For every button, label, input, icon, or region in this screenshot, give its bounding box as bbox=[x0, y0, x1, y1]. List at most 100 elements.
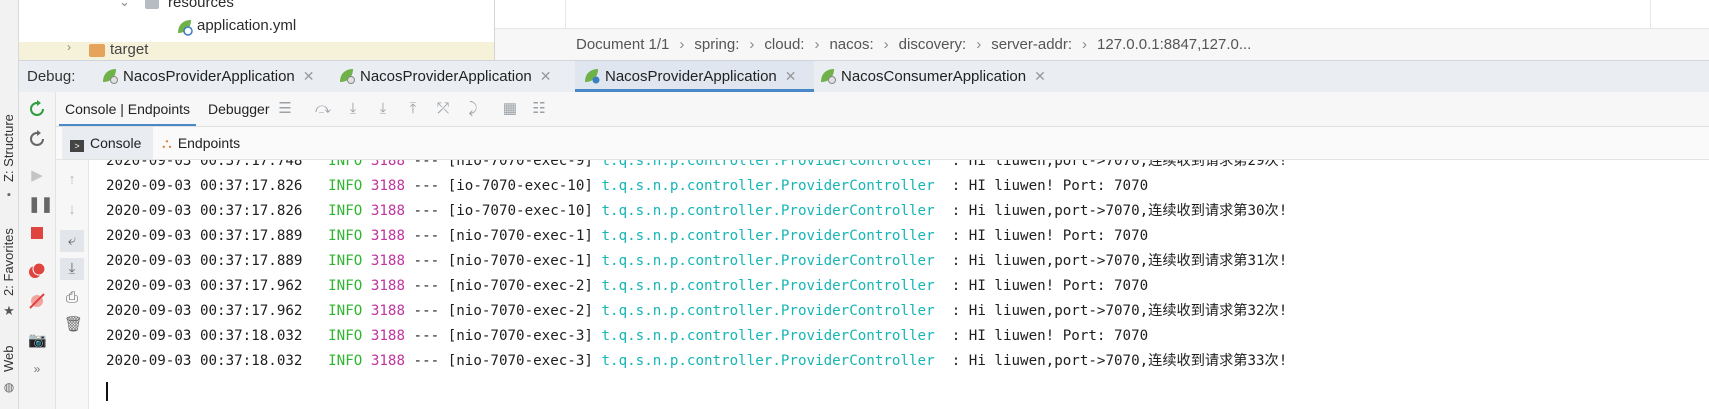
log-thread: [io-7070-exec-10] bbox=[447, 203, 593, 219]
close-icon[interactable]: ✕ bbox=[1034, 68, 1046, 84]
scroll-to-end-icon[interactable]: ⤓ bbox=[60, 258, 84, 280]
console-output[interactable]: 2020-09-03 00:37:17.748 INFO 3188 --- [n… bbox=[89, 160, 1709, 409]
subtab-console[interactable]: > Console bbox=[62, 127, 154, 159]
text-caret bbox=[106, 382, 108, 401]
log-ts: 2020-09-03 00:37:17.889 bbox=[106, 228, 303, 244]
subtab-console-label: Console bbox=[90, 135, 142, 151]
tab-nacos-provider-2[interactable]: NacosProviderApplication ✕ bbox=[338, 61, 570, 92]
log-sep: --- bbox=[413, 328, 440, 344]
log-logger: t.q.s.n.p.controller.ProviderController bbox=[601, 353, 935, 369]
left-tool-strip: Z: Structure ▪ 2: Favorites ★ Web ◍ bbox=[0, 0, 19, 409]
editor-area[interactable] bbox=[495, 0, 1709, 28]
log-line: 2020-09-03 00:37:18.032 INFO 3188 --- [n… bbox=[106, 349, 1287, 374]
log-pid: 3188 bbox=[370, 228, 405, 244]
pause-icon[interactable]: ❚❚ bbox=[28, 196, 53, 214]
tab-nacos-provider-1[interactable]: NacosProviderApplication ✕ bbox=[101, 61, 333, 92]
log-msg: : Hi liuwen,port->7070,连续收到请求第29次! bbox=[951, 160, 1288, 169]
mute-breakpoints-icon[interactable] bbox=[28, 292, 46, 310]
log-pid: 3188 bbox=[370, 203, 405, 219]
tree-item-application-yml[interactable]: application.yml bbox=[197, 17, 296, 34]
view-breakpoints-icon[interactable] bbox=[28, 262, 46, 280]
rerun-icon[interactable] bbox=[28, 100, 46, 118]
restart-icon[interactable] bbox=[28, 130, 46, 148]
favorites-label: 2: Favorites bbox=[1, 228, 16, 296]
log-ts: 2020-09-03 00:37:17.962 bbox=[106, 303, 303, 319]
more-icon[interactable]: » bbox=[28, 360, 46, 378]
print-icon[interactable]: ⎙ bbox=[64, 290, 80, 306]
log-thread: [nio-7070-exec-1] bbox=[447, 228, 593, 244]
log-ts: 2020-09-03 00:37:18.032 bbox=[106, 328, 303, 344]
step-into-icon[interactable]: ⤓ bbox=[345, 101, 361, 117]
tree-item-resources[interactable]: resources bbox=[168, 0, 234, 11]
log-sep: --- bbox=[413, 228, 440, 244]
evaluate-expression-icon[interactable]: ▦ bbox=[502, 101, 518, 117]
log-line: 2020-09-03 00:37:17.826 INFO 3188 --- [i… bbox=[106, 174, 1148, 199]
debug-toolbar: Console | Endpoints Debugger ☰ ⤼ ⤓ ⤓ ⤒ ⤱… bbox=[19, 92, 1709, 127]
web-tool-button[interactable]: Web bbox=[1, 346, 16, 373]
chevron-down-icon[interactable]: ⌄ bbox=[119, 0, 130, 10]
tree-item-target[interactable]: target bbox=[110, 41, 148, 58]
structure-tool-button[interactable]: Z: Structure bbox=[1, 114, 16, 182]
trash-icon[interactable]: 🗑 bbox=[64, 317, 83, 333]
tab-label: NacosProviderApplication bbox=[360, 68, 532, 85]
log-level: INFO bbox=[328, 303, 363, 319]
editor-right-divider bbox=[1650, 0, 1651, 28]
log-msg: : HI liuwen! Port: 7070 bbox=[951, 328, 1149, 344]
breadcrumb-value[interactable]: 127.0.0.1:8847,127.0... bbox=[1097, 29, 1251, 61]
log-msg: : HI liuwen! Port: 7070 bbox=[951, 228, 1149, 244]
debug-actions-column: ▶ ❚❚ 📷 » bbox=[19, 92, 56, 409]
subtab-endpoints[interactable]: ⛬ Endpoints bbox=[154, 127, 248, 159]
camera-icon[interactable]: 📷 bbox=[28, 332, 47, 350]
breadcrumb-discovery[interactable]: discovery: bbox=[899, 29, 967, 61]
tab-debugger[interactable]: Debugger bbox=[202, 92, 276, 126]
breadcrumb-nacos[interactable]: nacos: bbox=[829, 29, 873, 61]
stop-icon[interactable] bbox=[28, 226, 46, 244]
tab-console-endpoints[interactable]: Console | Endpoints bbox=[59, 92, 197, 126]
log-pid: 3188 bbox=[370, 160, 405, 169]
resume-icon[interactable]: ▶ bbox=[28, 167, 46, 185]
log-level: INFO bbox=[328, 278, 363, 294]
breadcrumb-cloud[interactable]: cloud: bbox=[764, 29, 804, 61]
force-step-into-icon[interactable]: ⤓ bbox=[375, 101, 391, 117]
log-level: INFO bbox=[328, 353, 363, 369]
log-sep: --- bbox=[413, 303, 440, 319]
log-thread: [nio-7070-exec-3] bbox=[447, 353, 593, 369]
trace-icon[interactable]: ☷ bbox=[531, 101, 547, 117]
breadcrumb-spring[interactable]: spring: bbox=[694, 29, 739, 61]
chevron-right-icon[interactable]: › bbox=[67, 40, 71, 54]
run-to-cursor-icon[interactable]: ⤸ bbox=[465, 101, 481, 117]
down-arrow-icon[interactable]: ↓ bbox=[64, 202, 80, 218]
log-sep: --- bbox=[413, 203, 440, 219]
log-msg: : Hi liuwen,port->7070,连续收到请求第31次! bbox=[951, 253, 1288, 269]
close-icon[interactable]: ✕ bbox=[540, 68, 552, 84]
spring-run-icon bbox=[821, 69, 836, 84]
log-ts: 2020-09-03 00:37:18.032 bbox=[106, 353, 303, 369]
step-out-icon[interactable]: ⤒ bbox=[405, 101, 421, 117]
close-icon[interactable]: ✕ bbox=[785, 68, 797, 84]
debug-tabs-bar: Debug: NacosProviderApplication ✕ NacosPr… bbox=[19, 60, 1709, 93]
log-logger: t.q.s.n.p.controller.ProviderController bbox=[601, 328, 935, 344]
log-msg: : Hi liuwen,port->7070,连续收到请求第32次! bbox=[951, 303, 1288, 319]
up-arrow-icon[interactable]: ↑ bbox=[64, 172, 80, 188]
log-level: INFO bbox=[328, 253, 363, 269]
step-over-icon[interactable]: ⤼ bbox=[315, 101, 331, 117]
log-logger: t.q.s.n.p.controller.ProviderController bbox=[601, 253, 935, 269]
editor-gutter bbox=[495, 0, 566, 28]
log-logger: t.q.s.n.p.controller.ProviderController bbox=[601, 303, 935, 319]
breadcrumb-document[interactable]: Document 1/1 bbox=[576, 29, 669, 61]
console-icon: > bbox=[70, 140, 84, 152]
log-pid: 3188 bbox=[370, 253, 405, 269]
tree-item-target-row[interactable]: › target bbox=[19, 40, 494, 60]
favorites-tool-button[interactable]: 2: Favorites bbox=[1, 228, 16, 296]
tab-nacos-provider-3-active[interactable]: NacosProviderApplication ✕ bbox=[575, 61, 814, 92]
log-line: 2020-09-03 00:37:17.962 INFO 3188 --- [n… bbox=[106, 274, 1148, 299]
menu-icon[interactable]: ☰ bbox=[277, 101, 293, 117]
breadcrumb-server-addr[interactable]: server-addr: bbox=[991, 29, 1072, 61]
close-icon[interactable]: ✕ bbox=[303, 68, 315, 84]
log-level: INFO bbox=[328, 178, 363, 194]
drop-frame-icon[interactable]: ⤱ bbox=[435, 101, 451, 117]
log-thread: [io-7070-exec-10] bbox=[447, 178, 593, 194]
endpoints-icon: ⛬ bbox=[162, 135, 172, 151]
tab-nacos-consumer[interactable]: NacosConsumerApplication ✕ bbox=[819, 61, 1069, 92]
soft-wrap-icon[interactable]: ⤶ bbox=[60, 230, 84, 252]
